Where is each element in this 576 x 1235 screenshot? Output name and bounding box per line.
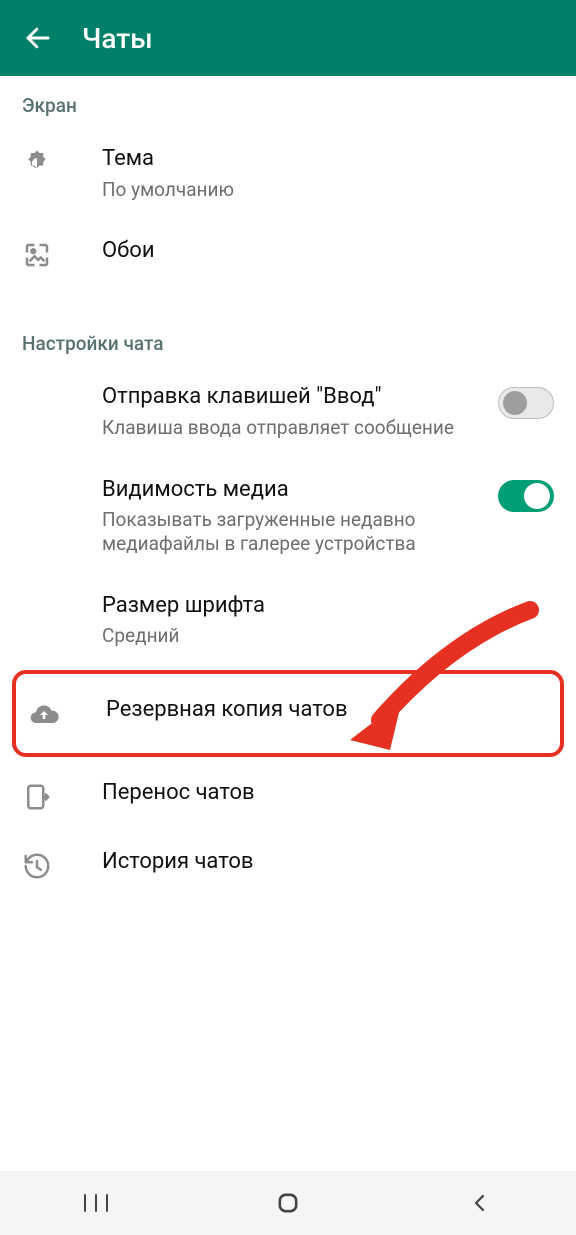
nav-back-button[interactable] [420, 1181, 540, 1225]
section-header-chat-settings: Настройки чата [0, 314, 576, 365]
item-theme-title: Тема [102, 145, 544, 174]
item-font-size-title: Размер шрифта [102, 592, 544, 621]
item-theme-sub: По умолчанию [102, 178, 544, 202]
item-enter-send-sub: Клавиша ввода отправляет сообщение [102, 416, 474, 440]
back-button[interactable] [12, 12, 64, 64]
wallpaper-icon [22, 240, 52, 270]
switch-enter-send[interactable] [498, 387, 554, 419]
page-title: Чаты [82, 22, 153, 55]
transfer-icon [22, 782, 52, 812]
nav-recent-button[interactable] [36, 1181, 156, 1225]
recent-icon [81, 1191, 111, 1215]
section-header-display: Экран [0, 76, 576, 127]
item-font-size[interactable]: Размер шрифта Средний [0, 574, 576, 666]
home-icon [274, 1189, 302, 1217]
item-media-visibility[interactable]: Видимость медиа Показывать загруженные н… [0, 458, 576, 574]
item-font-size-sub: Средний [102, 624, 544, 648]
settings-content: Экран Тема По умолчанию Обои Настройки ч… [0, 76, 576, 899]
item-wallpaper[interactable]: Обои [0, 219, 576, 288]
history-icon [22, 851, 52, 881]
item-transfer-title: Перенос чатов [102, 779, 544, 808]
item-wallpaper-title: Обои [102, 237, 544, 266]
item-enter-send[interactable]: Отправка клавишей "Ввод" Клавиша ввода о… [0, 365, 576, 457]
item-media-visibility-sub: Показывать загруженные недавно медиафайл… [102, 508, 474, 556]
item-transfer[interactable]: Перенос чатов [0, 761, 576, 830]
item-history-title: История чатов [102, 848, 544, 877]
chevron-left-icon [468, 1191, 492, 1215]
brightness-icon [22, 148, 52, 178]
arrow-left-icon [23, 23, 53, 53]
android-navbar [0, 1171, 576, 1235]
nav-home-button[interactable] [228, 1181, 348, 1225]
cloud-upload-icon [28, 699, 60, 731]
item-media-visibility-title: Видимость медиа [102, 476, 474, 505]
app-header: Чаты [0, 0, 576, 76]
item-history[interactable]: История чатов [0, 830, 576, 899]
item-backup[interactable]: Резервная копия чатов [16, 674, 560, 753]
switch-media-visibility[interactable] [498, 480, 554, 512]
highlight-backup: Резервная копия чатов [12, 670, 564, 757]
item-backup-title: Резервная копия чатов [106, 696, 540, 725]
item-theme[interactable]: Тема По умолчанию [0, 127, 576, 219]
item-enter-send-title: Отправка клавишей "Ввод" [102, 383, 474, 412]
